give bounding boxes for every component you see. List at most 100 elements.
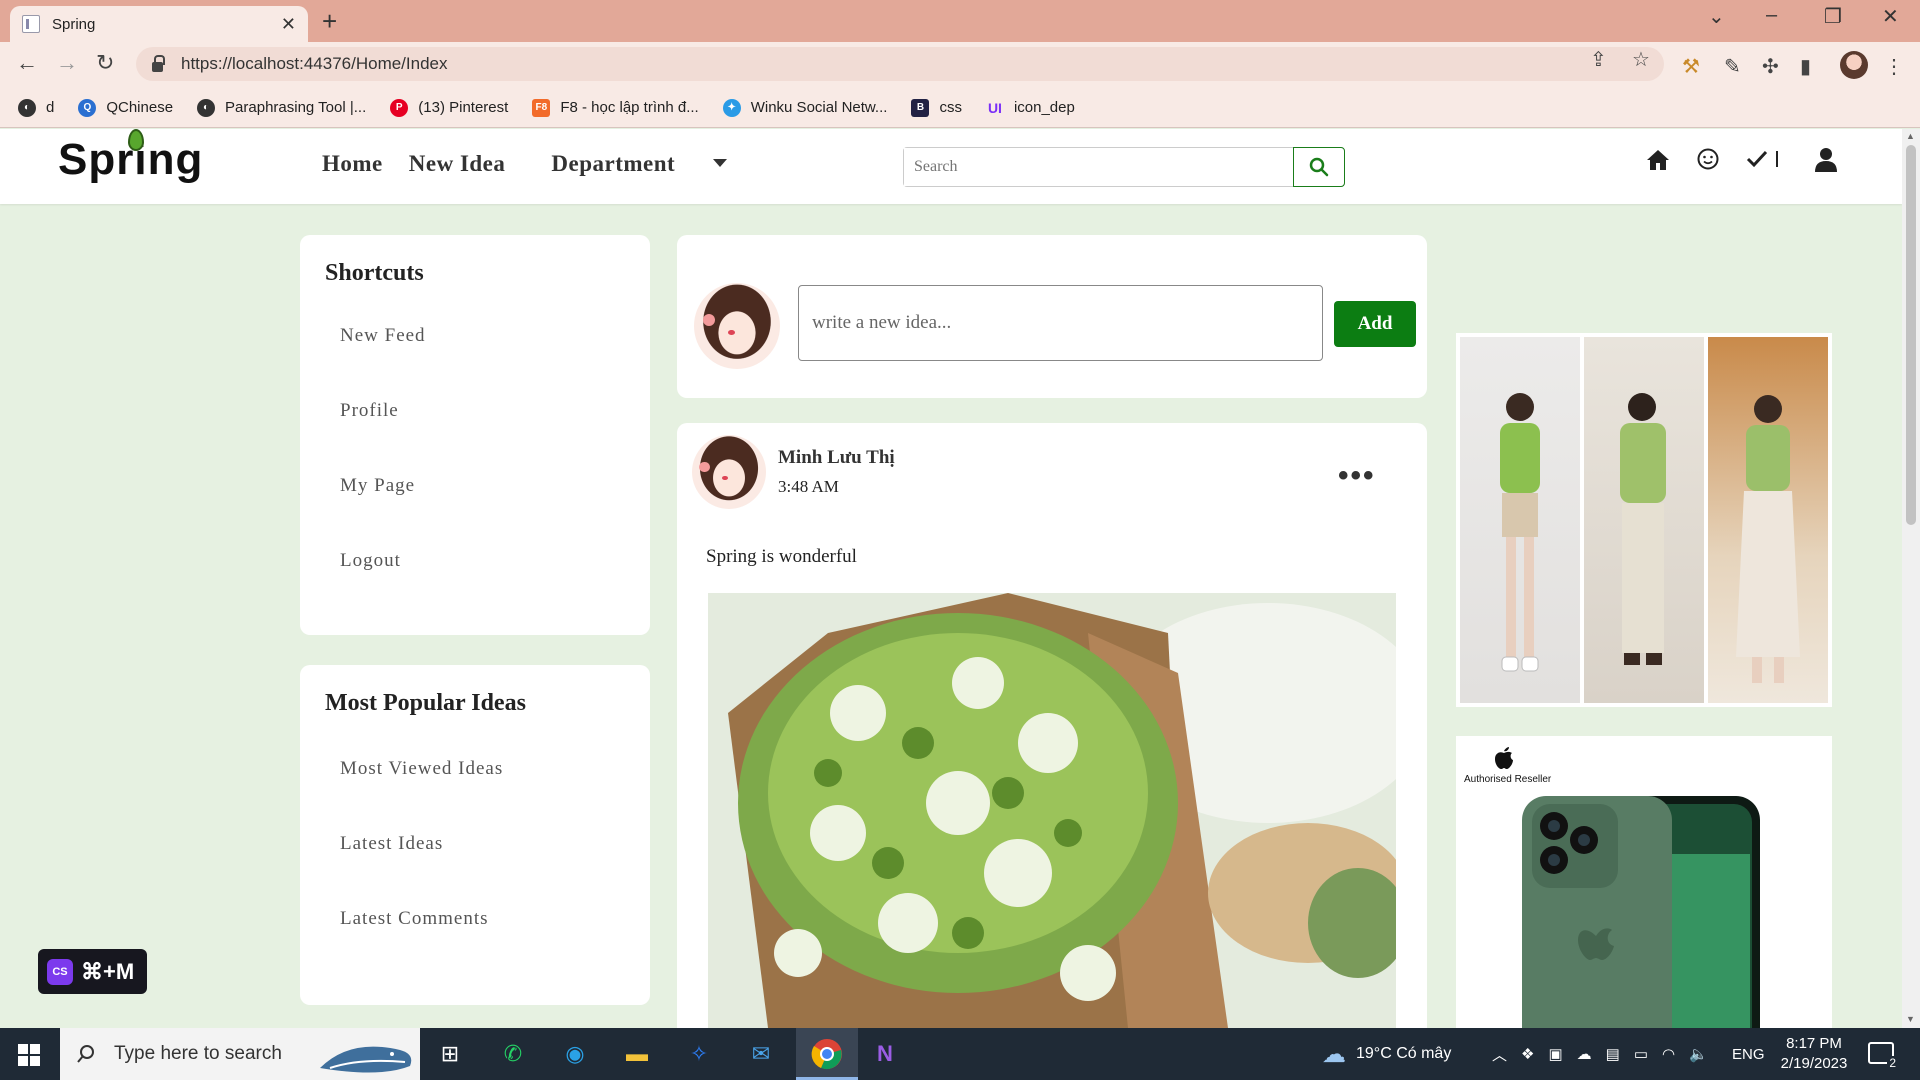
dropbox-icon[interactable]: ✧ (683, 1038, 715, 1070)
scroll-down-icon[interactable]: ▼ (1906, 1014, 1915, 1024)
home-icon[interactable] (1645, 147, 1671, 173)
search-input[interactable] (904, 148, 1293, 186)
minimize-icon[interactable]: – (1766, 4, 1777, 27)
visual-studio-icon[interactable]: N (869, 1038, 901, 1070)
window-close-icon[interactable]: ✕ (1882, 4, 1899, 29)
smiley-icon[interactable] (1696, 147, 1720, 171)
task-view-icon[interactable]: ⊞ (434, 1038, 466, 1070)
post-options-icon[interactable]: ••• (1338, 459, 1376, 493)
bird-icon: ✦ (722, 98, 741, 117)
tray-expand-icon[interactable]: ︿ (1492, 1044, 1507, 1065)
bookmark-item[interactable]: Q QChinese (78, 98, 173, 117)
taskbar-clock[interactable]: 8:17 PM 2/19/2023 (1776, 1034, 1852, 1074)
tab-close-icon[interactable]: ✕ (281, 14, 296, 35)
cs-shortcut-badge[interactable]: CS ⌘+M (38, 949, 147, 994)
new-idea-placeholder: write a new idea... (812, 312, 952, 333)
popular-latest-ideas[interactable]: Latest Ideas (340, 833, 443, 855)
fashion-photo (1708, 337, 1828, 703)
bookmark-item[interactable]: P (13) Pinterest (390, 98, 509, 117)
shortcut-new-feed[interactable]: New Feed (340, 325, 426, 347)
tray-network-adapter-icon[interactable]: ▤ (1606, 1045, 1620, 1063)
windows-start-icon[interactable] (18, 1044, 40, 1066)
flower-bouquet-illustration (708, 593, 1396, 1028)
fashion-ad-banner[interactable] (1456, 333, 1832, 707)
browser-toolbar: ← → ↻ https://localhost:44376/Home/Index… (0, 42, 1920, 88)
user-icon[interactable] (1814, 147, 1838, 173)
iphone-product-image (1522, 796, 1760, 1028)
forward-icon[interactable]: → (56, 50, 78, 76)
cs-logo-icon: CS (47, 958, 73, 985)
address-url[interactable]: https://localhost:44376/Home/Index (181, 54, 448, 74)
shortcut-profile[interactable]: Profile (340, 400, 399, 422)
nav-home[interactable]: Home (322, 151, 383, 177)
bookmark-item[interactable]: B css (911, 98, 962, 117)
cloud-icon: ☁ (1322, 1040, 1346, 1068)
apple-reseller-label: Authorised Reseller (1464, 774, 1552, 785)
browser-profile-avatar[interactable] (1840, 51, 1868, 79)
language-indicator[interactable]: ENG (1732, 1028, 1765, 1080)
bookmark-label: (13) Pinterest (418, 99, 509, 116)
mail-icon[interactable]: ✉ (745, 1038, 777, 1070)
tray-onedrive-icon[interactable]: ☁ (1577, 1045, 1592, 1063)
popular-latest-comments[interactable]: Latest Comments (340, 908, 489, 930)
address-bar[interactable]: https://localhost:44376/Home/Index (136, 47, 1664, 81)
restore-icon[interactable]: ❐ (1824, 4, 1842, 29)
tray-app-icon[interactable]: ❖ (1521, 1045, 1534, 1063)
browser-tab[interactable]: Spring ✕ (10, 6, 308, 42)
browser-tabstrip: Spring ✕ + ⌄ – ❐ ✕ (0, 0, 1920, 42)
bookmark-item[interactable]: UI icon_dep (986, 99, 1075, 117)
tray-meet-icon[interactable]: ▣ (1548, 1045, 1562, 1063)
bookmark-star-icon[interactable]: ☆ (1632, 47, 1650, 72)
weather-widget[interactable]: ☁ 19°C Có mây (1322, 1028, 1451, 1080)
shortcut-logout[interactable]: Logout (340, 550, 401, 572)
taskbar-date: 2/19/2023 (1780, 1055, 1848, 1072)
site-search (903, 147, 1345, 187)
extension-tool-icon[interactable]: ⚒ (1682, 54, 1700, 79)
taskbar-search[interactable]: Type here to search (60, 1028, 420, 1080)
page-scrollbar[interactable]: ▲ ▼ (1902, 129, 1920, 1028)
nav-department-dropdown[interactable]: Department (551, 151, 753, 177)
post-timestamp: 3:48 AM (778, 477, 839, 496)
popular-most-viewed[interactable]: Most Viewed Ideas (340, 758, 503, 780)
file-explorer-icon[interactable]: ▬ (621, 1038, 653, 1070)
whatsapp-icon[interactable]: ✆ (497, 1038, 529, 1070)
caret-down-icon (713, 158, 728, 167)
checkmark-icon[interactable] (1746, 147, 1782, 171)
tab-search-chevron-icon[interactable]: ⌄ (1708, 4, 1725, 29)
notification-center-icon[interactable]: 2 (1868, 1042, 1898, 1070)
reload-icon[interactable]: ↻ (96, 50, 114, 76)
shortcut-my-page[interactable]: My Page (340, 475, 415, 497)
new-tab-icon[interactable]: + (322, 6, 337, 37)
chrome-taskbar-item[interactable] (796, 1028, 858, 1080)
back-icon[interactable]: ← (16, 50, 38, 76)
edge-icon[interactable]: ◉ (559, 1038, 591, 1070)
scrollbar-thumb[interactable] (1906, 145, 1916, 525)
bookmark-item[interactable]: ✦ Winku Social Netw... (722, 98, 887, 117)
browser-menu-icon[interactable]: ⋮ (1884, 54, 1904, 79)
scroll-up-icon[interactable]: ▲ (1906, 131, 1915, 141)
search-button[interactable] (1293, 147, 1345, 187)
share-icon[interactable]: ⇪ (1590, 47, 1607, 72)
bookmark-label: d (46, 99, 55, 116)
battery-icon[interactable]: ▭ (1634, 1045, 1648, 1063)
iphone-ad-banner[interactable]: Authorised Reseller (1456, 736, 1832, 1028)
globe-icon: ◐ (18, 98, 36, 117)
bookmark-item[interactable]: F8 F8 - học lập trình đ... (532, 98, 699, 117)
wifi-icon[interactable]: ◠ (1662, 1045, 1675, 1063)
post-author-name[interactable]: Minh Lưu Thị (778, 447, 895, 469)
add-idea-button[interactable]: Add (1334, 301, 1416, 347)
side-panel-icon[interactable]: ▮ (1800, 54, 1811, 79)
globe-icon: ◐ (197, 98, 216, 117)
extensions-puzzle-icon[interactable]: ✣ (1762, 54, 1779, 79)
post-author-avatar[interactable] (692, 435, 766, 509)
extension-pen-icon[interactable]: ✎ (1724, 54, 1741, 79)
shortcuts-card: Shortcuts New Feed Profile My Page Logou… (300, 235, 650, 635)
bookmark-item[interactable]: ◐ Paraphrasing Tool |... (197, 98, 366, 117)
page-viewport: Spring Home New Idea Department Search S… (0, 129, 1920, 1028)
new-idea-input[interactable]: write a new idea... (798, 285, 1323, 361)
ui-icon: UI (987, 99, 1002, 116)
post-body-text: Spring is wonderful (706, 546, 857, 567)
nav-new-idea[interactable]: New Idea (409, 151, 506, 177)
bookmark-item[interactable]: ◐ d (18, 98, 55, 117)
volume-icon[interactable]: 🔈 (1689, 1045, 1708, 1063)
